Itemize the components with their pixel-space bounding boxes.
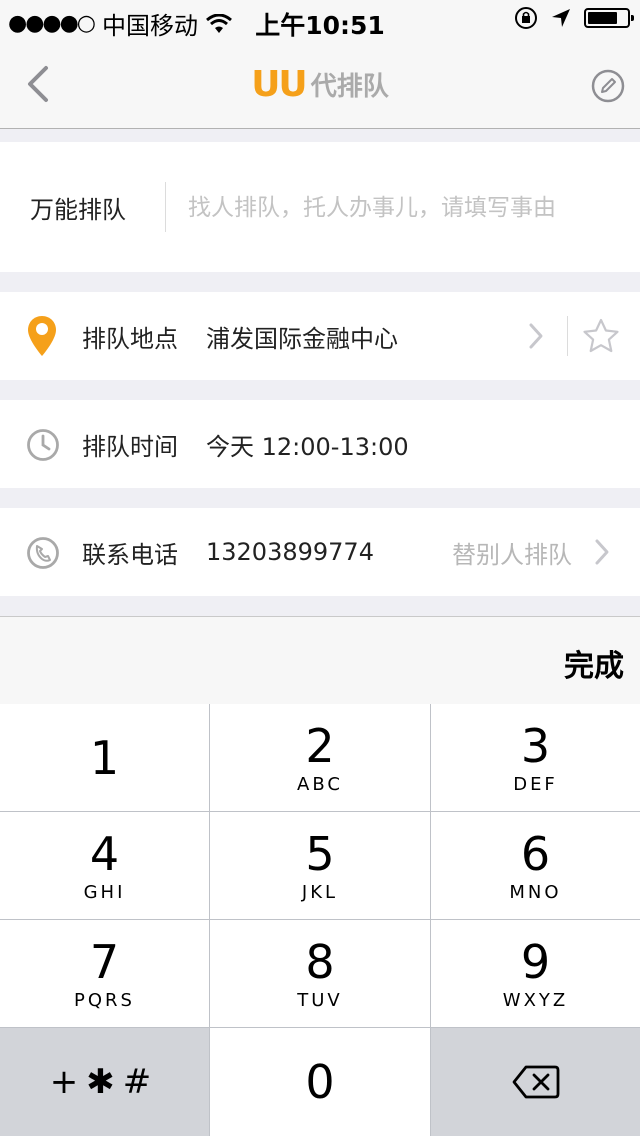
key-6[interactable]: 6 MNO (431, 812, 640, 919)
key-digit: 8 (305, 935, 335, 989)
uu-logo: UU (251, 64, 307, 105)
key-5[interactable]: 5 JKL (210, 812, 430, 919)
delete-key[interactable] (431, 1028, 640, 1136)
key-symbols-label: +✱# (49, 1062, 160, 1102)
key-digit: 7 (89, 935, 120, 989)
done-button[interactable]: 完成 (564, 641, 624, 685)
favorite-star-icon[interactable] (582, 318, 620, 354)
time-value: 今天 12:00-13:00 (206, 432, 409, 461)
key-4[interactable]: 4 GHI (0, 812, 209, 919)
number-keypad: 1 2 ABC 3 DEF 4 GHI 5 JKL 6 MNO 7 PQRS 8… (0, 704, 640, 1136)
task-label: 万能排队 (30, 195, 126, 224)
task-divider (165, 182, 166, 232)
key-letters: TUV (297, 990, 343, 1011)
edit-button[interactable] (590, 68, 626, 104)
key-letters: MNO (509, 882, 562, 903)
time-label: 排队时间 (82, 432, 178, 461)
chevron-right-icon (595, 539, 609, 565)
keyboard-toolbar: 完成 (0, 616, 640, 705)
key-7[interactable]: 7 PQRS (0, 920, 209, 1027)
location-divider (567, 316, 568, 356)
contact-section: 联系电话 13203899774 替别人排队 (0, 508, 640, 596)
location-chevron (528, 292, 544, 380)
key-digit: 2 (305, 719, 335, 773)
location-pin-icon (28, 316, 56, 356)
battery-level (588, 12, 617, 24)
orientation-lock-icon (515, 7, 537, 29)
key-digit: 3 (520, 719, 551, 773)
key-digit: 9 (520, 935, 551, 989)
contact-phone-value: 13203899774 (206, 538, 374, 566)
task-section: 万能排队 (0, 142, 640, 274)
location-section[interactable]: 排队地点 浦发国际金融中心 (0, 292, 640, 380)
key-digit: 1 (89, 730, 120, 785)
key-3[interactable]: 3 DEF (431, 704, 640, 811)
key-digit: 4 (89, 827, 120, 881)
key-letters: JKL (301, 882, 339, 903)
key-2[interactable]: 2 ABC (210, 704, 430, 811)
key-letters: GHI (83, 882, 126, 903)
key-letters: WXYZ (502, 990, 569, 1011)
edit-pencil-icon (591, 69, 625, 103)
key-9[interactable]: 9 WXYZ (431, 920, 640, 1027)
status-bar: ●●●●○ 中国移动 上午10:51 (0, 0, 640, 40)
battery-icon (584, 8, 634, 28)
key-symbols[interactable]: +✱# (0, 1028, 209, 1136)
key-0[interactable]: 0 (210, 1028, 430, 1136)
key-digit: 6 (520, 827, 551, 881)
location-arrow-icon (552, 9, 570, 27)
status-right (514, 6, 634, 30)
key-1[interactable]: 1 (0, 704, 209, 811)
clock-icon (27, 429, 59, 461)
key-digit: 5 (305, 827, 335, 881)
key-letters: ABC (297, 774, 343, 795)
key-8[interactable]: 8 TUV (210, 920, 430, 1027)
queue-for-others-link[interactable]: 替别人排队 (452, 508, 572, 596)
page-title: 代排队 (310, 72, 389, 102)
phone-icon (27, 537, 59, 569)
nav-title: UU 代排队 (0, 64, 640, 105)
contact-label: 联系电话 (82, 540, 178, 569)
task-input[interactable] (186, 142, 626, 274)
location-value: 浦发国际金融中心 (206, 324, 398, 353)
key-digit: 0 (305, 1055, 335, 1109)
navigation-bar: UU 代排队 (0, 40, 640, 129)
time-section[interactable]: 排队时间 今天 12:00-13:00 (0, 400, 640, 488)
key-letters: DEF (513, 774, 558, 795)
key-letters: PQRS (74, 990, 135, 1011)
chevron-right-icon (529, 323, 543, 349)
location-label: 排队地点 (82, 324, 178, 353)
backspace-icon (512, 1065, 559, 1099)
contact-chevron (594, 508, 610, 596)
